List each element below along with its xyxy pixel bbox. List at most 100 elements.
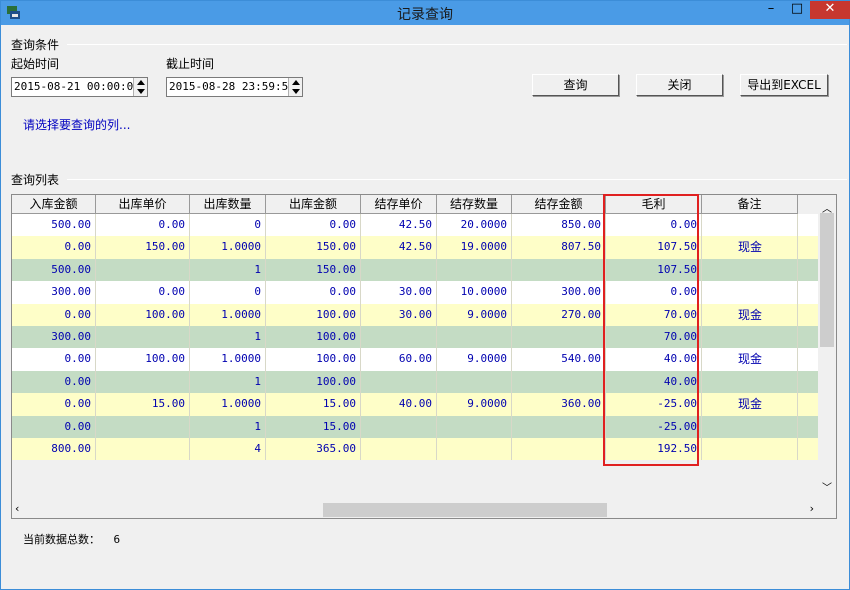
col-outbound-qty-cell[interactable]: 1.0000 [190,303,266,326]
col-outbound-amount-header[interactable]: 出库金额 [266,195,361,214]
col-balance-price-cell[interactable] [361,437,437,461]
table-row[interactable]: 500.00 0.00 0 0.00 42.50 20.0000 850.00 0.00 [12,214,818,237]
col-balance-qty-cell[interactable] [437,415,512,438]
col-remark-cell[interactable]: 现金 [702,393,798,416]
col-balance-amount-cell[interactable] [512,325,606,349]
col-outbound-amount-cell[interactable]: 150.00 [266,236,361,259]
col-gross-profit-cell[interactable]: 40.00 [606,370,702,394]
horizontal-scrollbar[interactable]: ‹ › [12,500,818,518]
col-balance-amount-cell[interactable]: 270.00 [512,303,606,326]
table-row[interactable]: 300.00 0.00 0 0.00 30.00 10.0000 300.00 0.00 [12,281,818,304]
table-row[interactable]: 300.00 1 100.00 70.00 [12,325,818,349]
search-button[interactable]: 查询 [532,74,619,96]
col-balance-price-cell[interactable]: 60.00 [361,348,437,371]
col-outbound-amount-cell[interactable]: 100.00 [266,348,361,371]
col-outbound-qty-header[interactable]: 出库数量 [190,195,266,214]
col-remark-cell[interactable]: 现金 [702,303,798,326]
record-grid[interactable]: 入库金额 出库单价 出库数量 出库金额 结存单价 结存数量 结存金额 毛利 备注 500.00 0… [11,194,837,519]
start-time-spinner[interactable] [133,78,147,96]
col-balance-qty-cell[interactable]: 9.0000 [437,303,512,326]
col-gross-profit-cell[interactable]: 40.00 [606,348,702,371]
col-outbound-price-cell[interactable]: 15.00 [96,393,190,416]
table-row[interactable]: 500.00 1 150.00 107.50 [12,258,818,282]
end-time-spinner[interactable] [288,78,302,96]
col-balance-price-cell[interactable]: 30.00 [361,303,437,326]
col-balance-amount-header[interactable]: 结存金额 [512,195,606,214]
table-row[interactable]: 0.00 15.00 1.0000 15.00 40.00 9.0000 360.00 -25… [12,393,818,416]
col-balance-amount-cell[interactable]: 850.00 [512,214,606,237]
col-outbound-amount-cell[interactable]: 0.00 [266,281,361,304]
col-outbound-qty-cell[interactable]: 4 [190,437,266,461]
col-outbound-qty-cell[interactable]: 1.0000 [190,236,266,259]
horizontal-scroll-thumb[interactable] [323,503,607,517]
chevron-right-icon[interactable]: › [810,502,814,515]
col-outbound-price-cell[interactable]: 150.00 [96,236,190,259]
col-balance-qty-cell[interactable] [437,370,512,394]
close-window-button[interactable]: ✕ [810,1,850,19]
col-remark-cell[interactable] [702,415,798,438]
maximize-button[interactable]: □ [784,1,810,19]
col-inbound-amount-cell[interactable]: 0.00 [12,348,96,371]
start-time-picker[interactable]: 2015-08-21 00:00:00 [11,77,148,97]
col-outbound-qty-cell[interactable]: 1 [190,325,266,349]
end-time-picker[interactable]: 2015-08-28 23:59:59 [166,77,303,97]
col-inbound-amount-cell[interactable]: 0.00 [12,393,96,416]
spin-down-icon[interactable] [137,89,145,94]
col-balance-qty-cell[interactable]: 20.0000 [437,214,512,237]
col-inbound-amount-cell[interactable]: 0.00 [12,236,96,259]
table-row[interactable]: 0.00 1 15.00 -25.00 [12,415,818,438]
col-inbound-amount-cell[interactable]: 0.00 [12,370,96,394]
col-gross-profit-cell[interactable]: -25.00 [606,415,702,438]
col-inbound-amount-cell[interactable]: 300.00 [12,325,96,349]
col-balance-amount-cell[interactable]: 360.00 [512,393,606,416]
col-inbound-amount-cell[interactable]: 500.00 [12,214,96,237]
col-balance-price-cell[interactable] [361,258,437,282]
col-balance-amount-cell[interactable] [512,258,606,282]
col-outbound-price-cell[interactable] [96,325,190,349]
col-gross-profit-header[interactable]: 毛利 [606,195,702,214]
col-inbound-amount-header[interactable]: 入库金额 [12,195,96,214]
col-outbound-price-cell[interactable] [96,370,190,394]
col-balance-price-header[interactable]: 结存单价 [361,195,437,214]
col-remark-header[interactable]: 备注 [702,195,798,214]
col-balance-price-cell[interactable] [361,370,437,394]
col-remark-cell[interactable]: 现金 [702,236,798,259]
col-balance-price-cell[interactable] [361,325,437,349]
col-outbound-price-cell[interactable] [96,437,190,461]
col-outbound-qty-cell[interactable]: 1.0000 [190,393,266,416]
select-columns-link[interactable]: 请选择要查询的列... [23,116,130,133]
col-balance-qty-cell[interactable]: 19.0000 [437,236,512,259]
col-balance-price-cell[interactable]: 40.00 [361,393,437,416]
col-inbound-amount-cell[interactable]: 300.00 [12,281,96,304]
col-outbound-amount-cell[interactable]: 15.00 [266,415,361,438]
col-balance-amount-cell[interactable]: 807.50 [512,236,606,259]
col-gross-profit-cell[interactable]: 0.00 [606,214,702,237]
chevron-down-icon[interactable]: ﹀ [822,479,832,494]
col-outbound-qty-cell[interactable]: 1 [190,258,266,282]
col-outbound-qty-cell[interactable]: 1 [190,370,266,394]
export-excel-button[interactable]: 导出到EXCEL [740,74,828,96]
col-remark-cell[interactable] [702,437,798,461]
minimize-button[interactable]: – [758,1,784,19]
col-outbound-amount-cell[interactable]: 100.00 [266,325,361,349]
col-remark-cell[interactable] [702,214,798,237]
col-outbound-qty-cell[interactable]: 1.0000 [190,348,266,371]
col-balance-amount-cell[interactable] [512,370,606,394]
col-outbound-price-cell[interactable] [96,258,190,282]
col-outbound-price-cell[interactable]: 100.00 [96,348,190,371]
col-balance-amount-cell[interactable] [512,437,606,461]
col-outbound-price-header[interactable]: 出库单价 [96,195,190,214]
table-row[interactable]: 0.00 1 100.00 40.00 [12,370,818,394]
col-balance-qty-cell[interactable] [437,325,512,349]
col-balance-price-cell[interactable]: 30.00 [361,281,437,304]
col-balance-qty-cell[interactable] [437,258,512,282]
col-gross-profit-cell[interactable]: 107.50 [606,258,702,282]
col-balance-price-cell[interactable]: 42.50 [361,214,437,237]
col-outbound-amount-cell[interactable]: 15.00 [266,393,361,416]
col-remark-cell[interactable] [702,325,798,349]
table-row[interactable]: 800.00 4 365.00 192.50 [12,437,818,461]
col-remark-cell[interactable] [702,281,798,304]
chevron-left-icon[interactable]: ‹ [15,502,19,515]
col-outbound-amount-cell[interactable]: 150.00 [266,258,361,282]
col-gross-profit-cell[interactable]: -25.00 [606,393,702,416]
